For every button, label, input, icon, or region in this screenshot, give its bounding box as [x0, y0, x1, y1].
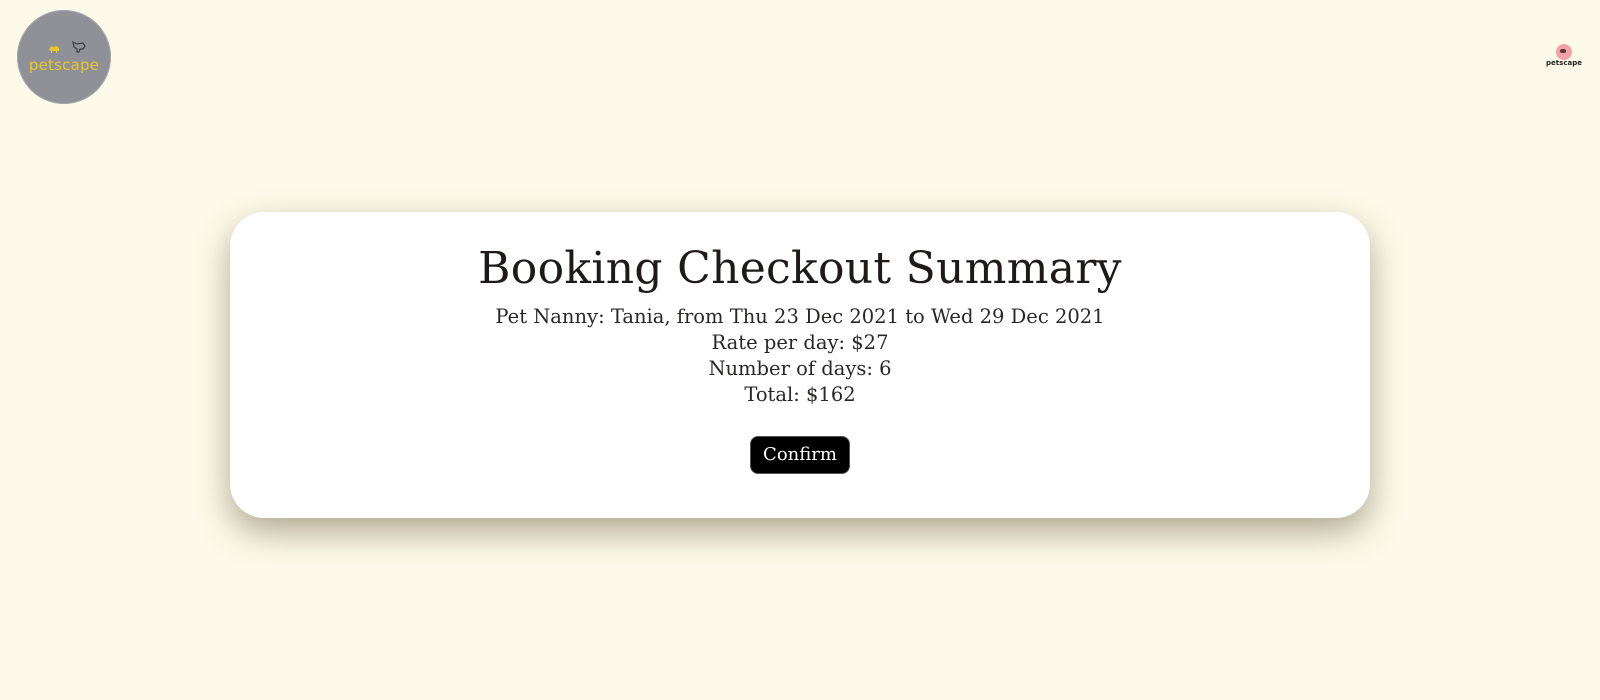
confirm-button[interactable]: Confirm — [750, 436, 850, 474]
number-of-days-text: Number of days: 6 — [708, 357, 892, 380]
page-title: Booking Checkout Summary — [478, 243, 1122, 294]
pets-silhouette-icon — [49, 40, 86, 53]
petscape-logo-link[interactable]: petscape — [17, 10, 111, 104]
nanny-dates-text: Pet Nanny: Tania, from Thu 23 Dec 2021 t… — [495, 305, 1105, 328]
checkout-summary-card: Booking Checkout Summary Pet Nanny: Tani… — [230, 212, 1370, 518]
page: petscape petscape Booking Checkout Summa… — [0, 0, 1600, 700]
logo-badge-icon — [1556, 44, 1572, 60]
rate-per-day-text: Rate per day: $27 — [711, 331, 889, 354]
petscape-small-logo-link[interactable]: petscape — [1546, 42, 1582, 72]
logo-text: petscape — [28, 56, 100, 74]
small-logo-text: petscape — [1546, 59, 1582, 67]
total-text: Total: $162 — [744, 383, 856, 406]
